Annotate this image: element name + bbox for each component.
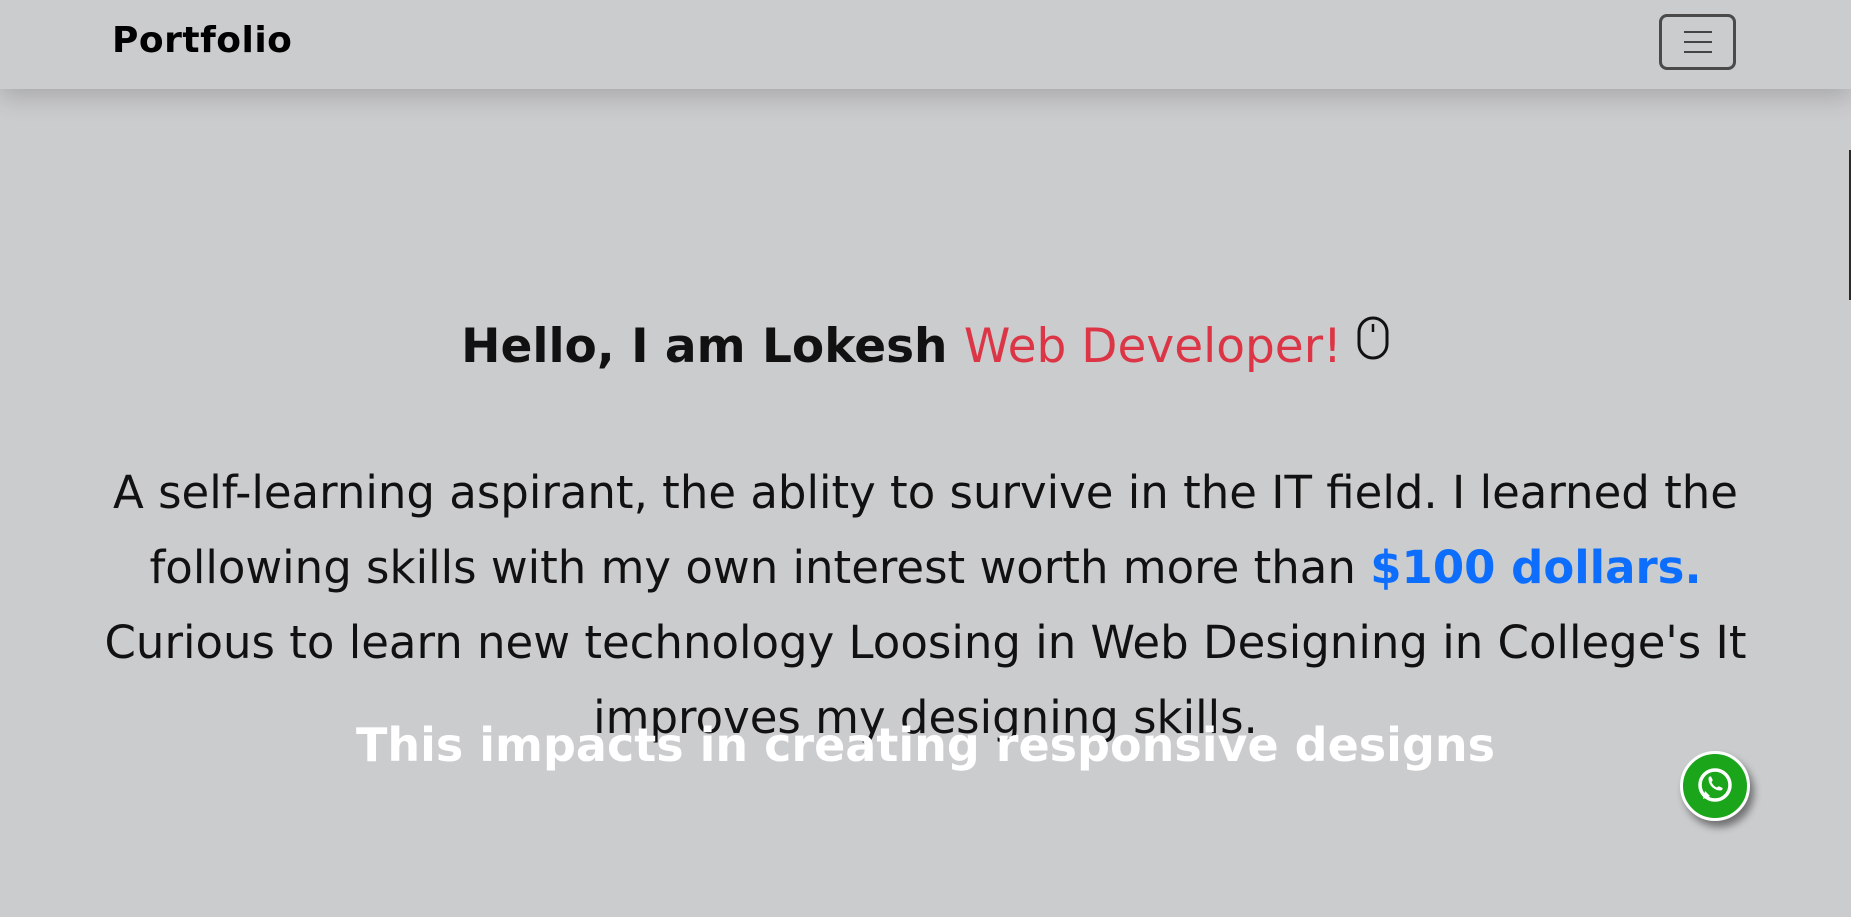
whatsapp-icon [1698,768,1732,802]
greeting-text: Hello, I am Lokesh [461,319,948,375]
mouse-icon [1356,314,1390,378]
role-text: Web Developer! [963,319,1342,375]
impact-text: This impacts in creating responsive desi… [356,718,1495,772]
menu-toggle-button[interactable] [1659,14,1736,70]
brand-link[interactable]: Portfolio [112,20,292,61]
whatsapp-button[interactable] [1680,751,1750,821]
navbar: Portfolio [0,0,1851,89]
hero-heading: Hello, I am Lokesh Web Developer! [0,315,1851,382]
page: Portfolio Hello, I am Lokesh Web Develop… [0,0,1851,917]
price-highlight: $100 dollars. [1370,541,1702,594]
hamburger-menu-icon [1683,31,1712,53]
